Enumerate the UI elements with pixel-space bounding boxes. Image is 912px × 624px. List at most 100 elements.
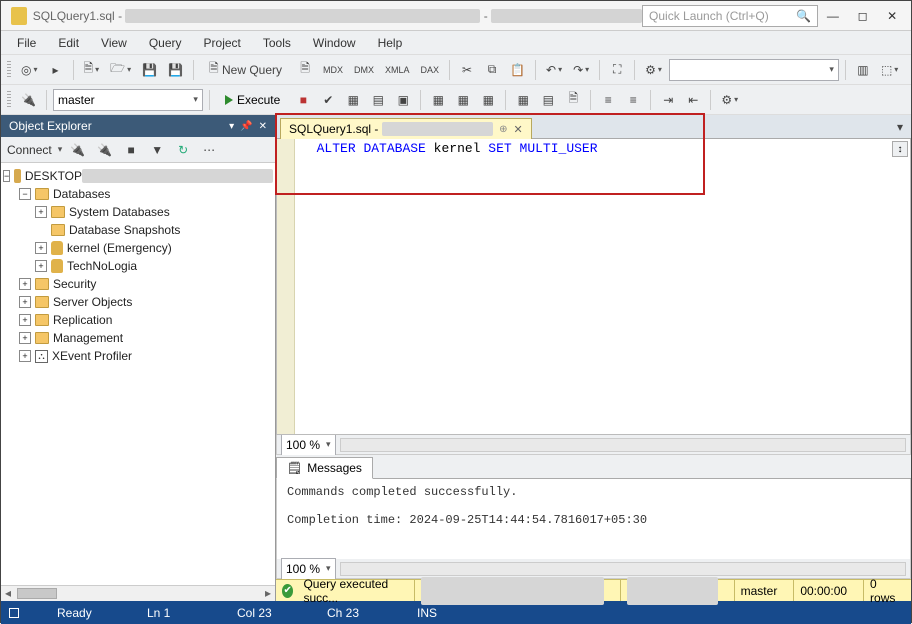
tree-security[interactable]: + Security (3, 275, 273, 293)
launch-icon[interactable]: ▥ (852, 59, 874, 81)
menu-query[interactable]: Query (139, 33, 192, 53)
stop-button[interactable]: ■ (292, 89, 314, 111)
document-tab[interactable]: SQLQuery1.sql - DE...\Kernel30 (58))* ⊕ … (280, 118, 532, 139)
activity-monitor-icon[interactable]: ⛶ (606, 59, 628, 81)
connect-icon[interactable]: 🔌 (66, 139, 89, 161)
actual-plan-icon[interactable]: ▦ (427, 89, 449, 111)
live-stats-icon[interactable]: ▦ (452, 89, 474, 111)
expand-icon[interactable]: + (19, 350, 31, 362)
parse-button[interactable]: ✔ (317, 89, 339, 111)
code-editor[interactable]: ALTER DATABASE kernel SET MULTI_USER ↕ (276, 139, 911, 435)
nav-fwd-button[interactable]: ▸ (45, 59, 67, 81)
menu-tools[interactable]: Tools (253, 33, 301, 53)
xmla-icon[interactable]: XMLA (381, 59, 414, 81)
comment-icon[interactable]: ≡ (597, 89, 619, 111)
tree-kernel-db[interactable]: + kernel (Emergency) (3, 239, 273, 257)
collapse-icon[interactable]: − (19, 188, 31, 200)
object-explorer-header[interactable]: Object Explorer ▾ 📌 ✕ (1, 115, 275, 137)
tree-sysdb[interactable]: + System Databases (3, 203, 273, 221)
tree-snapshots[interactable]: Database Snapshots (3, 221, 273, 239)
stop-conn-icon[interactable]: ■ (120, 139, 142, 161)
estimated-plan-icon[interactable]: ▦ (342, 89, 364, 111)
dropdown-icon[interactable]: ▾ (229, 121, 234, 132)
pin-tab-icon[interactable]: ⊕ (499, 124, 507, 135)
tree-tech-db[interactable]: + TechNoLogia (3, 257, 273, 275)
menu-edit[interactable]: Edit (48, 33, 89, 53)
scrollbar-thumb[interactable] (17, 588, 57, 599)
results-text-icon[interactable]: ▤ (537, 89, 559, 111)
tree-xevent[interactable]: + ⛬ XEvent Profiler (3, 347, 273, 365)
menu-window[interactable]: Window (303, 33, 366, 53)
collapse-icon[interactable]: − (3, 170, 10, 182)
zoom-combo[interactable]: 100 %▾ (281, 434, 336, 456)
expand-icon[interactable]: + (19, 332, 31, 344)
copy-button[interactable]: ⧉ (481, 59, 503, 81)
client-stats-icon[interactable]: ▦ (477, 89, 499, 111)
ext-icon[interactable]: ⬚ (877, 59, 902, 81)
toolbar-grip[interactable] (7, 91, 11, 109)
pin-icon[interactable]: 📌 (240, 121, 252, 132)
specify-values-icon[interactable]: ⚙ (717, 89, 742, 111)
uncomment-icon[interactable]: ≡ (622, 89, 644, 111)
close-button[interactable]: ✕ (877, 2, 907, 30)
nav-back-button[interactable]: ◎ (17, 59, 42, 81)
quick-launch-input[interactable]: Quick Launch (Ctrl+Q) 🔍 (642, 5, 818, 27)
toolbar-grip[interactable] (7, 61, 11, 79)
script-options-icon[interactable]: ⚙ (641, 59, 666, 81)
expand-icon[interactable]: + (19, 314, 31, 326)
intellisense-icon[interactable]: ▣ (392, 89, 414, 111)
new-query-button[interactable]: 🗎 New Query (200, 59, 291, 81)
outdent-icon[interactable]: ⇤ (682, 89, 704, 111)
maximize-button[interactable]: ◻ (848, 2, 878, 30)
mdx-icon[interactable]: MDX (319, 59, 347, 81)
filter-icon[interactable]: ▼ (146, 139, 168, 161)
h-scrollbar[interactable] (340, 438, 906, 452)
search-tree-icon[interactable]: ⋯ (198, 139, 220, 161)
redo-button[interactable]: ↷ (569, 59, 593, 81)
cut-button[interactable]: ✂ (456, 59, 478, 81)
expand-icon[interactable]: + (35, 260, 47, 272)
expand-icon[interactable]: + (35, 242, 47, 254)
editor-text[interactable]: ALTER DATABASE kernel SET MULTI_USER (295, 139, 910, 434)
expand-icon[interactable]: + (19, 278, 31, 290)
new-item-button[interactable]: 🗎 (80, 59, 104, 81)
paste-button[interactable]: 📋 (506, 59, 529, 81)
split-editor-icon[interactable]: ↕ (892, 141, 908, 157)
change-connection-icon[interactable]: 🔌 (17, 89, 40, 111)
menu-file[interactable]: File (7, 33, 46, 53)
tree-management[interactable]: + Management (3, 329, 273, 347)
menu-help[interactable]: Help (368, 33, 413, 53)
expand-icon[interactable]: + (35, 206, 47, 218)
h-scrollbar[interactable] (340, 562, 906, 576)
close-tab-icon[interactable]: ✕ (513, 123, 522, 136)
save-all-button[interactable]: 💾 (164, 59, 187, 81)
refresh-icon[interactable]: ↻ (172, 139, 194, 161)
execute-button[interactable]: Execute (216, 90, 289, 110)
object-tree[interactable]: − DESKTOPXXXXXX\SQLEXPRESS (SQL Serv − D… (1, 163, 275, 585)
disconnect-icon[interactable]: 🔌 (93, 139, 116, 161)
menu-view[interactable]: View (91, 33, 137, 53)
tree-databases[interactable]: − Databases (3, 185, 273, 203)
dmx-icon[interactable]: DMX (350, 59, 378, 81)
tabs-dropdown-icon[interactable]: ▾ (889, 116, 911, 138)
tree-replication[interactable]: + Replication (3, 311, 273, 329)
close-panel-icon[interactable]: ✕ (259, 121, 267, 132)
results-file-icon[interactable]: 🗎 (562, 89, 584, 111)
expand-icon[interactable]: + (19, 296, 31, 308)
solution-combo[interactable]: ▾ (669, 59, 839, 81)
messages-pane[interactable]: Commands completed successfully. Complet… (276, 479, 911, 559)
dax-icon[interactable]: DAX (417, 59, 444, 81)
indent-icon[interactable]: ⇥ (657, 89, 679, 111)
open-button[interactable]: 🗁 (106, 59, 135, 81)
tree-server[interactable]: − DESKTOPXXXXXX\SQLEXPRESS (SQL Serv (3, 167, 273, 185)
undo-button[interactable]: ↶ (542, 59, 566, 81)
engine-query-icon[interactable]: 🗎 (294, 59, 316, 81)
database-combo[interactable]: master▾ (53, 89, 203, 111)
menu-project[interactable]: Project (194, 33, 251, 53)
minimize-button[interactable]: — (818, 2, 848, 30)
results-grid-icon[interactable]: ▦ (512, 89, 534, 111)
save-button[interactable]: 💾 (138, 59, 161, 81)
messages-tab[interactable]: 🗒 Messages (276, 457, 373, 479)
horizontal-scrollbar[interactable]: ◂ ▸ (1, 585, 275, 601)
tree-server-objects[interactable]: + Server Objects (3, 293, 273, 311)
